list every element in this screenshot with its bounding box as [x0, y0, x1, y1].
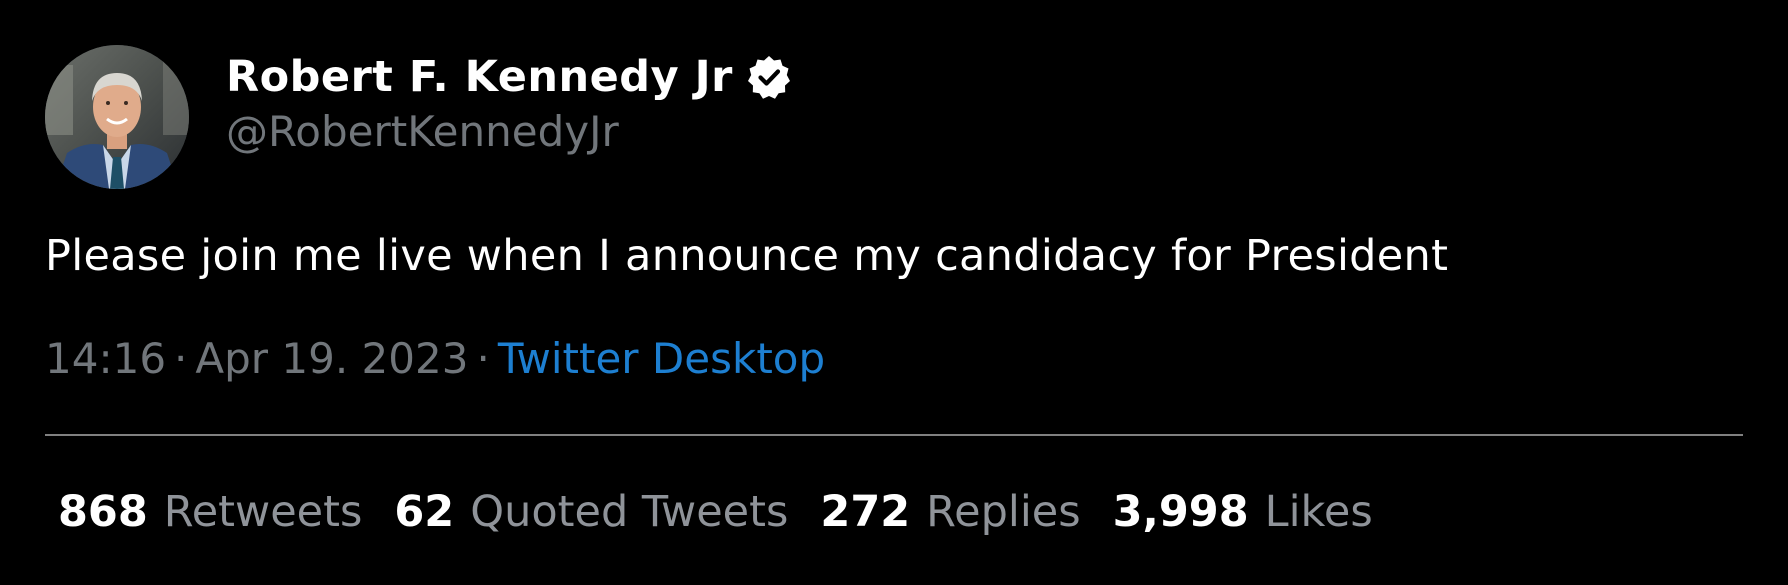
stat-likes[interactable]: 3,998 Likes [1113, 485, 1373, 539]
tweet-meta: 14:16 · Apr 19. 2023 · Twitter Desktop [45, 332, 825, 386]
profile-photo [45, 45, 189, 189]
author-row: Robert F. Kennedy Jr [226, 50, 793, 104]
meta-separator: · [174, 334, 188, 383]
tweet-stats: 868 Retweets 62 Quoted Tweets 272 Replie… [58, 485, 1405, 539]
meta-separator: · [476, 334, 490, 383]
divider [45, 434, 1743, 436]
stat-label: Retweets [163, 487, 363, 537]
stat-count: 62 [394, 487, 455, 537]
stat-replies[interactable]: 272 Replies [820, 485, 1080, 539]
stat-label: Replies [926, 487, 1081, 537]
avatar[interactable] [45, 45, 189, 189]
tweet-source-link[interactable]: Twitter Desktop [498, 332, 825, 386]
stat-count: 272 [820, 487, 911, 537]
stat-count: 3,998 [1112, 487, 1249, 537]
stat-retweets[interactable]: 868 Retweets [58, 485, 362, 539]
stat-count: 868 [58, 487, 148, 537]
tweet-date[interactable]: Apr 19. 2023 [195, 332, 468, 386]
stat-quoted-tweets[interactable]: 62 Quoted Tweets [394, 485, 788, 539]
verified-badge-icon [745, 53, 793, 101]
stat-label: Likes [1264, 487, 1373, 537]
stat-label: Quoted Tweets [470, 487, 789, 537]
handle[interactable]: @RobertKennedyJr [226, 106, 619, 158]
tweet-time[interactable]: 14:16 [45, 332, 166, 386]
tweet-text: Please join me live when I announce my c… [45, 231, 1449, 281]
display-name[interactable]: Robert F. Kennedy Jr [226, 50, 733, 104]
